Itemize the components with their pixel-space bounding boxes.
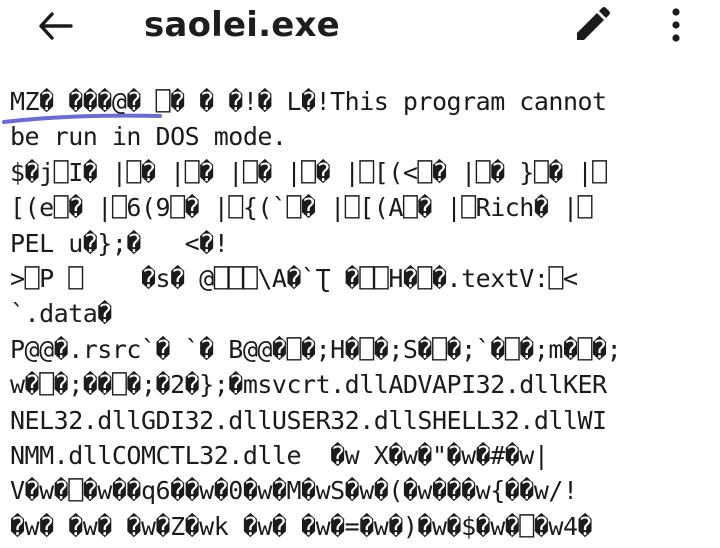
text-line: >⎕P ⎕ �s� @⎕⎕⎕\A�`Ʈ �⎕⎕H�⎕�.textV:⎕< bbox=[10, 264, 578, 294]
text-line: NMM.dllCOMCTL32.dlle �w X�w�"�w�#�w| bbox=[10, 441, 549, 471]
text-line: MZ� ���@� ⎕� � �!� L�!This program canno… bbox=[10, 87, 607, 116]
more-vert-icon bbox=[672, 8, 680, 42]
pencil-icon bbox=[577, 7, 610, 40]
text-line: NEL32.dllGDI32.dllUSER32.dllSHELL32.dllW… bbox=[10, 405, 607, 435]
page-title: saolei.exe bbox=[144, 5, 340, 45]
edit-button[interactable] bbox=[568, 4, 616, 46]
back-button[interactable] bbox=[34, 6, 78, 46]
text-line: be run in DOS mode. bbox=[10, 122, 287, 152]
text-line: `.data� bbox=[10, 299, 112, 329]
text-line: �w� �w� �w�Z�wk �w� �w�=�w�)�w�$�w�⎕�w4� bbox=[10, 511, 593, 541]
arrow-left-icon bbox=[39, 12, 73, 40]
text-line: V�w�⎕�w��q6��w�0�w�M�wS�w�(�w���w{��w/! bbox=[10, 476, 578, 506]
file-text-content[interactable]: MZ� ���@� ⎕� � �!� L�!This program canno… bbox=[10, 84, 718, 548]
text-line: P@@�.rsrc`� `� B@@�⎕�;H�⎕�;S�⎕�;`�⎕�;m�⎕… bbox=[10, 334, 622, 364]
text-line: [(e⎕� |⎕6(9⎕� |⎕{(`⎕� |⎕[(A⎕� |⎕Rich� |⎕ bbox=[10, 193, 593, 223]
text-line: PEL u�};� <�! bbox=[10, 228, 229, 258]
text-line: w�⎕�;��⎕�;�2�};�msvcrt.dllADVAPI32.dllKE… bbox=[10, 370, 607, 400]
app-bar: saolei.exe bbox=[0, 0, 720, 50]
more-options-button[interactable] bbox=[658, 4, 694, 46]
text-line: $�j⎕I� |⎕� |⎕� |⎕� |⎕� |⎕[(<⎕� |⎕� }⎕� |… bbox=[10, 157, 607, 187]
